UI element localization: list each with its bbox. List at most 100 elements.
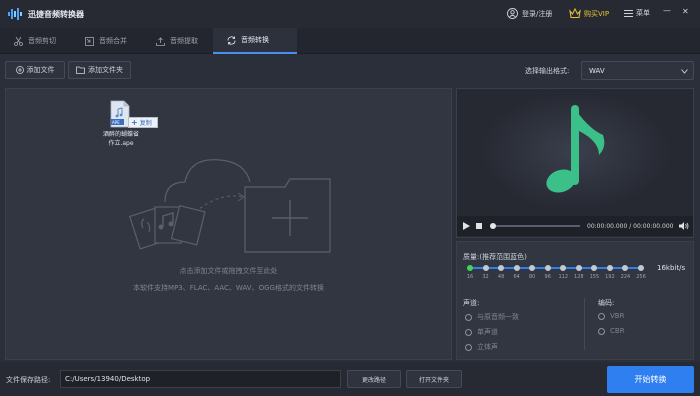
radio-icon bbox=[465, 313, 472, 321]
option-label: 单声道 bbox=[477, 328, 498, 336]
vip-button[interactable]: 购买VIP bbox=[569, 8, 609, 19]
quality-label: 质量:(推荐范围蓝色) bbox=[463, 252, 527, 262]
quality-tick-dot[interactable] bbox=[513, 265, 520, 271]
option-label: 与原音频一致 bbox=[477, 313, 519, 321]
minimize-button[interactable]: — bbox=[663, 6, 671, 15]
seek-handle[interactable] bbox=[490, 223, 496, 229]
quality-tick-label: 48 bbox=[497, 274, 505, 280]
tab-audio-cut[interactable]: 音频剪切 bbox=[0, 28, 71, 54]
quality-tick-label: 32 bbox=[482, 274, 489, 280]
encoding-option-cbr[interactable]: CBR bbox=[598, 327, 625, 335]
quality-tick-label: 80 bbox=[528, 274, 536, 280]
tab-label: 音频剪切 bbox=[28, 37, 56, 45]
encoding-label: 编码: bbox=[598, 299, 615, 307]
channel-option-mono[interactable]: 单声道 bbox=[465, 327, 498, 337]
quality-tick-label: 192 bbox=[605, 274, 615, 280]
vip-label: 购买VIP bbox=[584, 9, 610, 18]
tab-audio-convert[interactable]: 音频转换 bbox=[213, 28, 297, 54]
save-path-value: C:/Users/13940/Desktop bbox=[65, 375, 151, 383]
menu-label: 菜单 bbox=[636, 9, 650, 17]
quality-value: 16kbit/s bbox=[657, 264, 686, 272]
option-label: 立体声 bbox=[477, 343, 498, 351]
login-button[interactable]: 登录/注册 bbox=[507, 8, 552, 19]
crown-icon bbox=[569, 8, 581, 18]
time-display: 00:00:00.000 / 00:00:00.000 bbox=[587, 223, 674, 230]
tab-audio-extract[interactable]: 音频提取 bbox=[142, 28, 213, 54]
quality-tick-label: 256 bbox=[636, 274, 646, 280]
drop-illustration-icon bbox=[128, 159, 331, 253]
volume-icon[interactable] bbox=[679, 222, 689, 230]
quality-tick-dot[interactable] bbox=[482, 265, 489, 271]
format-label: 选择输出格式: bbox=[525, 67, 570, 75]
add-file-button[interactable]: 添加文件 bbox=[5, 61, 65, 79]
quality-tick-label: 224 bbox=[620, 274, 631, 280]
quality-tick-label: 155 bbox=[589, 274, 600, 280]
app-title: 迅捷音频转换器 bbox=[28, 10, 84, 19]
upload-icon bbox=[156, 36, 165, 46]
tab-label: 音频转换 bbox=[241, 36, 269, 44]
scissors-icon bbox=[14, 36, 23, 46]
tab-label: 音频提取 bbox=[170, 37, 198, 45]
option-label: CBR bbox=[610, 327, 625, 335]
quality-tick-label: 112 bbox=[558, 274, 569, 280]
open-folder-button[interactable]: 打开文件夹 bbox=[406, 370, 462, 388]
drop-hint: 点击添加文件或拖拽文件至此处 bbox=[179, 267, 278, 275]
radio-icon bbox=[598, 327, 605, 335]
radio-icon bbox=[598, 312, 605, 320]
refresh-icon bbox=[227, 35, 236, 45]
menu-button[interactable]: 菜单 bbox=[624, 8, 650, 18]
quality-tick-dot[interactable] bbox=[544, 265, 551, 271]
copy-tooltip: + 复制 bbox=[128, 117, 158, 128]
add-file-label: 添加文件 bbox=[26, 66, 55, 74]
folder-icon bbox=[76, 66, 85, 74]
app-logo-icon bbox=[8, 8, 22, 20]
plus-circle-icon bbox=[15, 66, 24, 74]
quality-tick-dot[interactable] bbox=[575, 265, 582, 271]
login-label: 登录/注册 bbox=[522, 9, 553, 18]
supported-formats: 本软件支持MP3、FLAC、AAC、WAV、OGG格式的文件转换 bbox=[133, 284, 324, 292]
file-name-line2: 作立.ape bbox=[108, 140, 134, 147]
quality-tick-dot[interactable] bbox=[606, 265, 613, 271]
format-value: WAV bbox=[589, 67, 605, 75]
change-path-button[interactable]: 更改路径 bbox=[347, 370, 401, 388]
quality-note: (推荐范围蓝色) bbox=[479, 253, 527, 261]
file-ext-label: APE bbox=[112, 120, 120, 125]
merge-icon bbox=[85, 36, 94, 46]
hamburger-icon bbox=[624, 9, 633, 17]
tab-audio-merge[interactable]: 音频合并 bbox=[71, 28, 142, 54]
channel-label: 声道: bbox=[463, 299, 480, 307]
plus-icon: + bbox=[131, 117, 138, 127]
settings-divider bbox=[584, 298, 585, 350]
play-icon[interactable] bbox=[463, 222, 470, 230]
quality-tick-dot[interactable] bbox=[638, 265, 644, 271]
seek-bar[interactable] bbox=[490, 225, 580, 227]
add-folder-button[interactable]: 添加文件夹 bbox=[68, 61, 131, 79]
copy-tooltip-label: 复制 bbox=[139, 120, 152, 127]
quality-tick-label: 128 bbox=[574, 274, 584, 280]
close-button[interactable]: ✕ bbox=[682, 7, 689, 16]
tab-label: 音频合并 bbox=[99, 37, 127, 45]
quality-label-text: 质量: bbox=[463, 253, 480, 261]
quality-tick-label: 64 bbox=[513, 274, 520, 280]
channel-option-stereo[interactable]: 立体声 bbox=[465, 342, 498, 352]
file-name-line1: 酒醉的蝴蝶省 bbox=[102, 131, 139, 138]
save-path-input[interactable]: C:/Users/13940/Desktop bbox=[60, 370, 341, 388]
user-icon bbox=[507, 8, 518, 19]
quality-tick-label: 16 bbox=[466, 274, 474, 280]
channel-option-original[interactable]: 与原音频一致 bbox=[465, 312, 519, 322]
radio-icon bbox=[465, 343, 472, 351]
encoding-option-vbr[interactable]: VBR bbox=[598, 312, 624, 320]
quality-tick-label: 96 bbox=[544, 274, 551, 280]
music-note-icon bbox=[480, 91, 670, 211]
format-select[interactable]: WAV bbox=[581, 61, 694, 80]
add-folder-label: 添加文件夹 bbox=[88, 66, 123, 74]
quality-tick-dot[interactable] bbox=[467, 265, 473, 271]
save-path-label: 文件保存路径: bbox=[6, 376, 51, 384]
quality-slider-track[interactable] bbox=[470, 267, 641, 269]
chevron-down-icon bbox=[681, 69, 688, 74]
file-name: 酒醉的蝴蝶省 作立.ape bbox=[98, 130, 144, 148]
option-label: VBR bbox=[610, 312, 625, 320]
stop-icon[interactable] bbox=[476, 223, 482, 229]
start-convert-button[interactable]: 开始转换 bbox=[607, 366, 694, 393]
radio-icon bbox=[465, 328, 472, 336]
